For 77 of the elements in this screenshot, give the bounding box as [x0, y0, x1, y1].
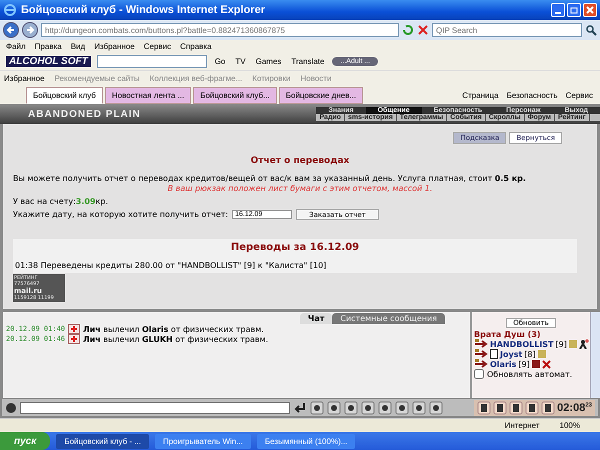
menu-item[interactable]: Избранное [94, 42, 135, 50]
report-notice: В ваш рюкзак положен лист бумаги с этим отчетом, массой 1. [166, 184, 434, 193]
window-title: Бойцовский клуб - Windows Internet Explorer [21, 4, 265, 16]
close-icon [586, 6, 594, 14]
chat-message: Лич вылечил GLUKH от физических травм. [83, 334, 268, 344]
player-name[interactable]: Olaris [490, 360, 516, 368]
command-menu[interactable]: Безопасность [504, 91, 561, 104]
stop-icon[interactable] [417, 24, 429, 36]
player-name[interactable]: Joyst [500, 350, 522, 358]
player-level: [8] [524, 350, 536, 358]
medkit-icon [68, 334, 80, 344]
player-name[interactable]: HANDBOLLIST [490, 340, 554, 348]
search-field[interactable]: QIP Search [432, 23, 582, 37]
menu-item[interactable]: Вид [70, 42, 86, 50]
browser-logo-icon [3, 3, 17, 17]
private-message-icon[interactable] [474, 339, 488, 349]
private-message-icon[interactable] [474, 349, 488, 359]
right-arrow-icon [25, 25, 35, 35]
back-button[interactable] [3, 22, 19, 38]
player-level: [9] [518, 360, 530, 368]
favorites-button[interactable]: Избранное [4, 74, 45, 83]
security-zone: Интернет [504, 421, 540, 430]
auto-refresh-label: Обновлять автомат. [487, 370, 572, 378]
zoom-level[interactable]: 100% [560, 421, 580, 430]
chat-input-field[interactable] [20, 402, 290, 414]
game-logo: ABANDONED PLAIN [28, 108, 141, 120]
chat-tab[interactable]: Чат [300, 313, 332, 324]
go-button[interactable]: Go [212, 56, 228, 66]
location-title: Врата Душ (3) [474, 330, 541, 339]
medkit-icon [68, 324, 80, 334]
date-label: Укажите дату, на которую хотите получить отчет: [13, 210, 228, 219]
browser-tab[interactable]: Бойцовский клуб [26, 87, 103, 104]
balance-value: 3.09 [76, 197, 96, 206]
balance-label: У вас на счету: [13, 197, 76, 206]
forward-button[interactable] [22, 22, 38, 38]
menu-item[interactable]: Справка [180, 42, 212, 50]
report-title: Отчет о переводах [250, 156, 350, 166]
command-menu[interactable]: Сервис [562, 91, 596, 104]
enter-icon[interactable] [293, 400, 307, 414]
url-text: http://dungeon.combats.com/buttons.pl?battle=0.882471360867875 [45, 26, 285, 34]
chat-message: Лич вылечил Olaris от физических травм. [83, 324, 264, 334]
browser-tab[interactable]: Бойцовские днев... [278, 87, 364, 104]
toolbar-button[interactable]: TV [233, 56, 248, 66]
address-field[interactable]: http://dungeon.combats.com/buttons.pl?battle=0.882471360867875 [41, 23, 399, 37]
toolbar-brand-logo[interactable]: ALCOHOL SOFT [6, 56, 91, 66]
taskbar-item[interactable]: Бойцовский клуб - ... [56, 434, 149, 448]
game-clock: 02:08$^{23}$ [557, 402, 592, 414]
menu-item[interactable]: Сервис [144, 42, 172, 50]
maximize-button[interactable] [567, 3, 581, 17]
close-button[interactable] [583, 3, 597, 17]
restore-icon [570, 6, 578, 14]
balance-unit: кр. [96, 197, 108, 206]
minimize-button[interactable] [551, 3, 565, 17]
chat-tab[interactable]: Системные сообщения [332, 313, 445, 324]
menu-item[interactable]: Файл [6, 42, 26, 50]
report-description: Вы можете получить отчет о переводах кредитов/вещей от вас/к вам за указанный день. Услуга платная, стоит 0.5 кр. [13, 174, 527, 183]
left-arrow-icon [6, 25, 16, 35]
start-button[interactable]: пуск [0, 432, 50, 450]
person-plus-icon [578, 339, 589, 349]
player-level: [9] [556, 340, 567, 348]
transfers-title: Переводы за 16.12.09 [230, 242, 360, 253]
command-menu[interactable]: Страница [459, 91, 502, 104]
cross-icon [542, 360, 551, 368]
toolbar-button[interactable]: Games [254, 56, 284, 66]
search-icon[interactable] [585, 24, 597, 36]
browser-tab[interactable]: Бойцовский клуб... [193, 87, 277, 104]
transfer-entry: 01:38 Переведены кредиты 280.00 от "HANDBOLLIST" [9] к "Калиста" [10] [15, 261, 328, 270]
toolbar-search-field[interactable] [96, 54, 207, 68]
refresh-icon[interactable] [402, 24, 414, 36]
browser-tab[interactable]: Новостная лента ... [104, 87, 192, 104]
toolbar-button[interactable]: Translate [289, 56, 326, 66]
taskbar-item[interactable]: Проигрыватель Win... [154, 434, 251, 448]
menu-item[interactable]: Правка [34, 42, 62, 50]
taskbar-item[interactable]: Безымянный (100%)... [256, 434, 356, 448]
private-message-icon[interactable] [474, 359, 488, 369]
scrollbar[interactable] [590, 312, 600, 398]
auto-refresh-checkbox[interactable] [474, 369, 484, 379]
